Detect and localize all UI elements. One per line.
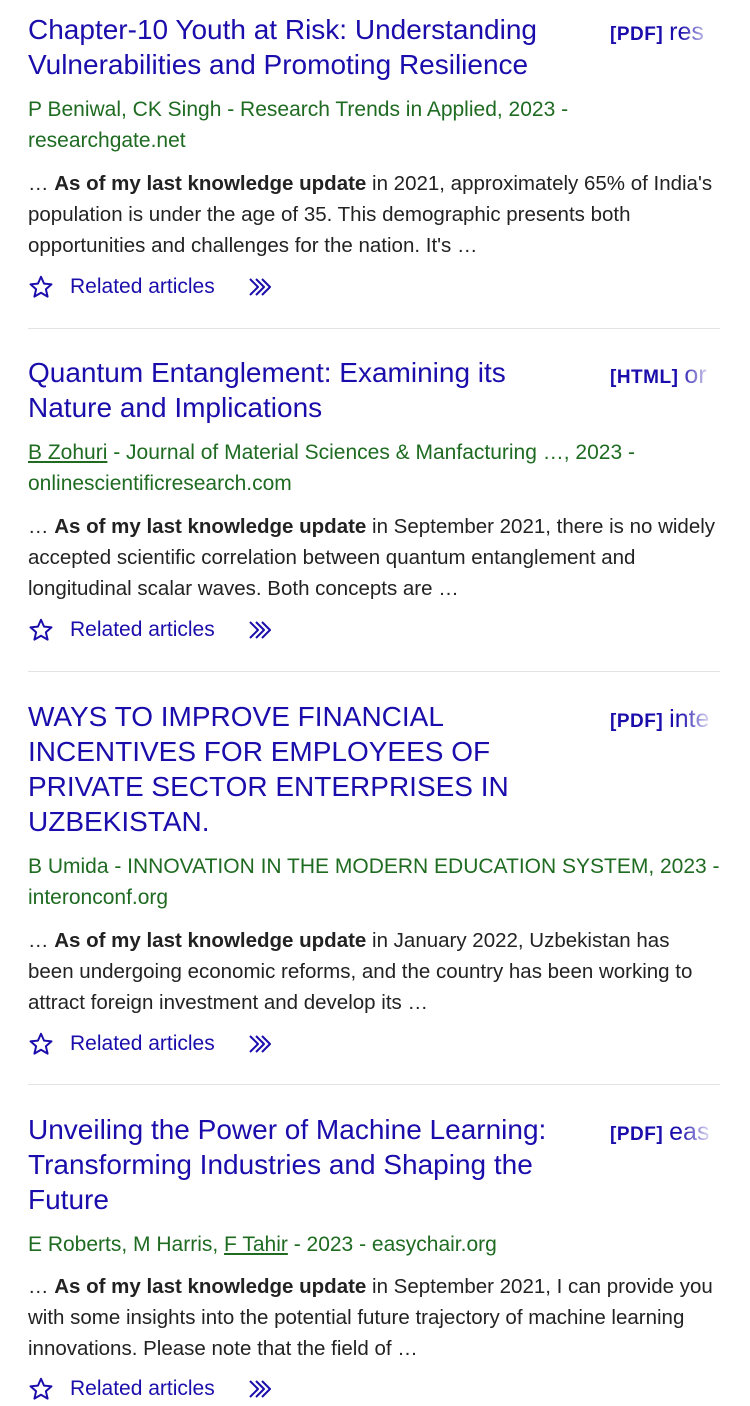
star-icon[interactable] bbox=[28, 274, 54, 300]
result-snippet: … As of my last knowledge update in Sept… bbox=[28, 1271, 720, 1364]
star-icon[interactable] bbox=[28, 1376, 54, 1402]
snippet-highlight: As of my last knowledge update bbox=[54, 172, 367, 195]
result-divider bbox=[28, 1084, 720, 1085]
cite-icon[interactable] bbox=[247, 1378, 275, 1400]
result-meta: P Beniwal, CK Singh - Research Trends in… bbox=[28, 94, 720, 156]
fulltext-link[interactable]: [HTML]or bbox=[610, 360, 720, 393]
snippet-prefix: … bbox=[28, 1275, 55, 1298]
author-link[interactable]: F Tahir bbox=[224, 1233, 288, 1256]
result-title-link[interactable]: WAYS TO IMPROVE FINANCIAL INCENTIVES FOR… bbox=[28, 699, 588, 839]
fulltext-link[interactable]: [PDF]res bbox=[610, 17, 720, 50]
result-actions: Related articles bbox=[28, 272, 328, 304]
result-divider bbox=[28, 671, 720, 672]
result-actions: Related articles bbox=[28, 1374, 328, 1406]
cite-icon[interactable] bbox=[247, 619, 275, 641]
overflow-fade bbox=[680, 17, 720, 49]
search-result: Quantum Entanglement: Examining its Natu… bbox=[28, 355, 720, 655]
result-meta: B Zohuri - Journal of Material Sciences … bbox=[28, 437, 720, 499]
overflow-fade bbox=[680, 1117, 720, 1149]
doc-type-badge: [PDF] bbox=[610, 24, 664, 45]
search-result: Unveiling the Power of Machine Learning:… bbox=[28, 1112, 720, 1400]
doc-type-badge: [PDF] bbox=[610, 1124, 664, 1145]
meta-authors-source: P Beniwal, CK Singh - Research Trends in… bbox=[28, 98, 569, 152]
meta-authors-source: B Umida - INNOVATION IN THE MODERN EDUCA… bbox=[28, 855, 720, 909]
star-icon[interactable] bbox=[28, 617, 54, 643]
meta-authors: E Roberts, M Harris, bbox=[28, 1233, 225, 1256]
meta-source: - 2023 - easychair.org bbox=[287, 1233, 497, 1256]
overflow-fade bbox=[680, 360, 720, 392]
result-meta: E Roberts, M Harris, F Tahir - 2023 - ea… bbox=[28, 1229, 720, 1260]
result-actions: Related articles bbox=[28, 615, 328, 647]
related-articles-link[interactable]: Related articles bbox=[70, 1029, 215, 1059]
fulltext-link[interactable]: [PDF]inte bbox=[610, 704, 720, 737]
cite-icon[interactable] bbox=[247, 276, 275, 298]
result-snippet: … As of my last knowledge update in Janu… bbox=[28, 925, 720, 1018]
meta-source: - Journal of Material Sciences & Manfact… bbox=[28, 441, 635, 495]
related-articles-link[interactable]: Related articles bbox=[70, 615, 215, 645]
author-link[interactable]: B Zohuri bbox=[28, 441, 107, 464]
star-icon[interactable] bbox=[28, 1031, 54, 1057]
search-result: Chapter-10 Youth at Risk: Understanding … bbox=[28, 12, 720, 312]
snippet-highlight: As of my last knowledge update bbox=[54, 929, 367, 952]
cite-icon[interactable] bbox=[247, 1033, 275, 1055]
result-title-link[interactable]: Chapter-10 Youth at Risk: Understanding … bbox=[28, 12, 588, 82]
result-meta: B Umida - INNOVATION IN THE MODERN EDUCA… bbox=[28, 851, 720, 913]
related-articles-link[interactable]: Related articles bbox=[70, 272, 215, 302]
snippet-prefix: … bbox=[28, 515, 55, 538]
result-snippet: … As of my last knowledge update in Sept… bbox=[28, 511, 720, 604]
search-result: WAYS TO IMPROVE FINANCIAL INCENTIVES FOR… bbox=[28, 699, 720, 1069]
result-title-link[interactable]: Unveiling the Power of Machine Learning:… bbox=[28, 1112, 588, 1217]
result-title-link[interactable]: Quantum Entanglement: Examining its Natu… bbox=[28, 355, 588, 425]
doc-type-badge: [HTML] bbox=[610, 367, 679, 388]
doc-type-badge: [PDF] bbox=[610, 711, 664, 732]
snippet-highlight: As of my last knowledge update bbox=[54, 515, 367, 538]
snippet-highlight: As of my last knowledge update bbox=[54, 1275, 367, 1298]
snippet-prefix: … bbox=[28, 929, 55, 952]
fulltext-link[interactable]: [PDF]eas bbox=[610, 1117, 720, 1150]
result-divider bbox=[28, 328, 720, 329]
overflow-fade bbox=[680, 704, 720, 736]
result-actions: Related articles bbox=[28, 1029, 328, 1061]
result-snippet: … As of my last knowledge update in 2021… bbox=[28, 168, 720, 261]
snippet-prefix: … bbox=[28, 172, 55, 195]
